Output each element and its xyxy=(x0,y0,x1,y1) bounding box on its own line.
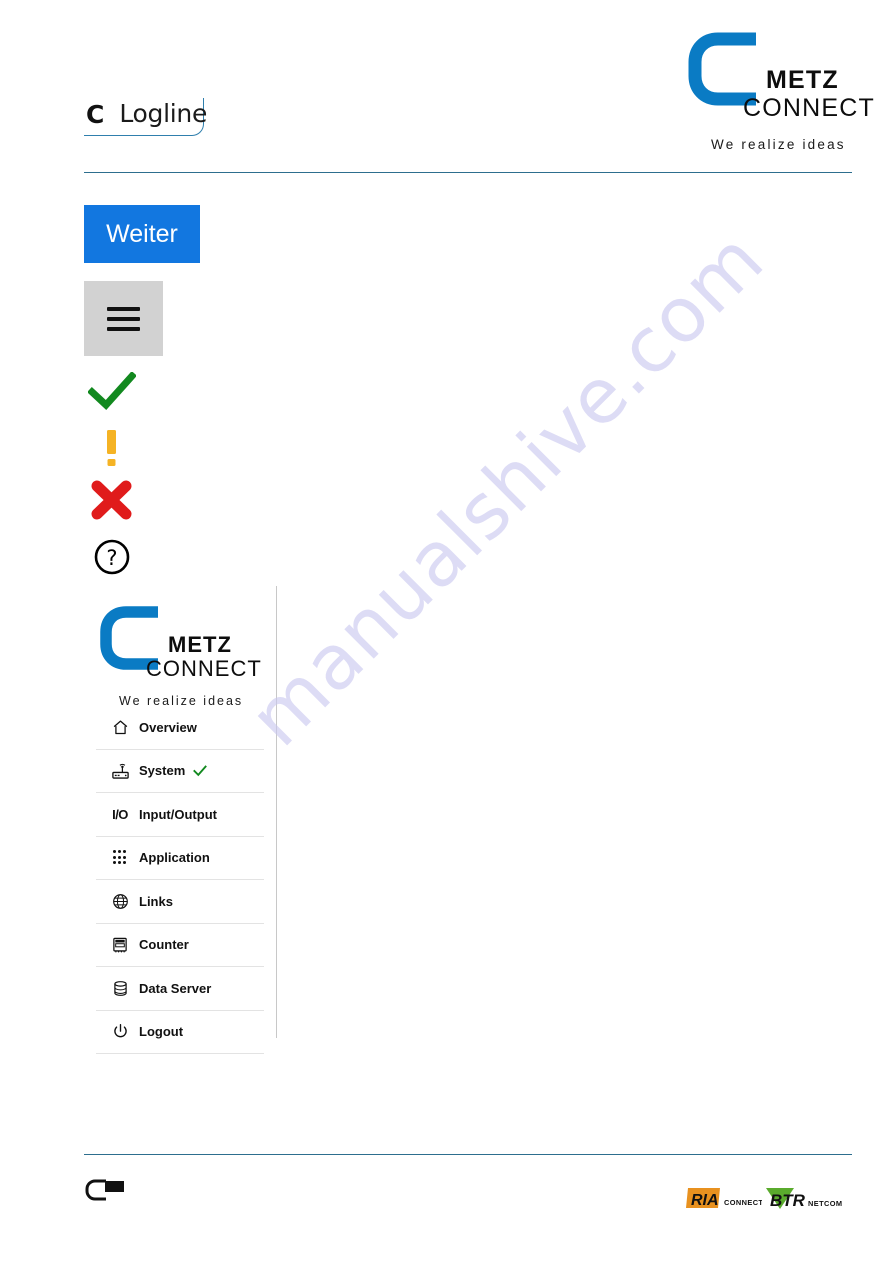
sidebar-item-data-server[interactable]: Data Server xyxy=(96,967,264,1011)
hamburger-menu-button[interactable] xyxy=(84,281,163,356)
sidebar-item-label: Input/Output xyxy=(139,806,217,822)
logline-wordmark: Logline xyxy=(119,99,208,128)
check-icon xyxy=(87,371,137,417)
svg-text:NETCOM: NETCOM xyxy=(808,1199,842,1208)
check-icon xyxy=(193,764,208,777)
sidebar-item-application[interactable]: Application xyxy=(96,837,264,880)
svg-text:BTR: BTR xyxy=(770,1191,806,1210)
metz-connect-logo: METZ CONNECT We realize ideas xyxy=(688,32,874,152)
sidebar-menu-list: Overview System I/O Input/Output Applica… xyxy=(96,706,264,1054)
sidebar-item-links[interactable]: Links xyxy=(96,880,264,924)
weiter-button[interactable]: Weiter xyxy=(84,205,200,263)
metz-wordmark: METZ xyxy=(168,632,232,657)
svg-text:RIA: RIA xyxy=(691,1192,719,1209)
sidebar-item-label: Counter xyxy=(139,937,189,953)
globe-icon xyxy=(110,891,130,911)
power-icon xyxy=(110,1022,130,1042)
watermark-text: manualshive.com xyxy=(232,214,781,763)
metz-wordmark: METZ xyxy=(766,66,839,94)
question-circle-icon: ? xyxy=(88,537,136,582)
sidebar-item-label: System xyxy=(139,763,186,779)
btr-netcom-logo: BTR NETCOM xyxy=(764,1184,852,1212)
grid-dots-icon xyxy=(110,848,130,868)
logline-c-letter: C xyxy=(86,99,105,129)
logline-product-logo: C Logline xyxy=(84,98,208,136)
page-footer: RIA CONNECT BTR NETCOM xyxy=(0,1148,893,1263)
ria-connect-logo: RIA CONNECT xyxy=(686,1184,763,1212)
svg-text:CONNECT: CONNECT xyxy=(724,1198,762,1207)
sidebar-item-label: Application xyxy=(139,850,210,866)
connect-wordmark: CONNECT xyxy=(743,94,876,122)
sidebar-item-label: Data Server xyxy=(139,980,212,996)
partner-logos: RIA CONNECT BTR NETCOM xyxy=(686,1184,852,1214)
router-icon xyxy=(110,761,130,781)
io-text-icon: I/O xyxy=(112,806,128,822)
database-icon xyxy=(110,978,130,998)
hamburger-menu-icon xyxy=(107,306,140,331)
meter-icon xyxy=(110,935,130,955)
sidebar-metz-connect-logo: METZ CONNECT We realize ideas xyxy=(100,606,270,708)
sidebar-item-logout[interactable]: Logout xyxy=(96,1011,264,1054)
cross-icon xyxy=(88,480,136,525)
sidebar-item-input-output[interactable]: I/O Input/Output xyxy=(96,793,264,837)
sidebar-item-label: Links xyxy=(139,893,173,909)
svg-text:?: ? xyxy=(106,546,117,570)
sidebar-item-counter[interactable]: Counter xyxy=(96,924,264,967)
sidebar-item-label: Overview xyxy=(139,719,197,735)
sidebar-item-label: Logout xyxy=(139,1024,184,1040)
page-header: C Logline METZ CONNECT We realize ideas xyxy=(0,0,893,180)
home-icon xyxy=(110,717,130,737)
brand-tagline: We realize ideas xyxy=(711,137,846,152)
connect-wordmark: CONNECT xyxy=(146,656,262,681)
exclamation-icon xyxy=(88,428,136,473)
sidebar-item-system[interactable]: System xyxy=(96,750,264,793)
metz-footer-mark-icon xyxy=(84,1178,128,1202)
header-divider xyxy=(84,172,852,173)
sidebar-nav-panel: METZ CONNECT We realize ideas Overview S… xyxy=(84,586,277,1054)
sidebar-item-overview[interactable]: Overview xyxy=(96,706,264,750)
footer-divider xyxy=(84,1154,852,1155)
